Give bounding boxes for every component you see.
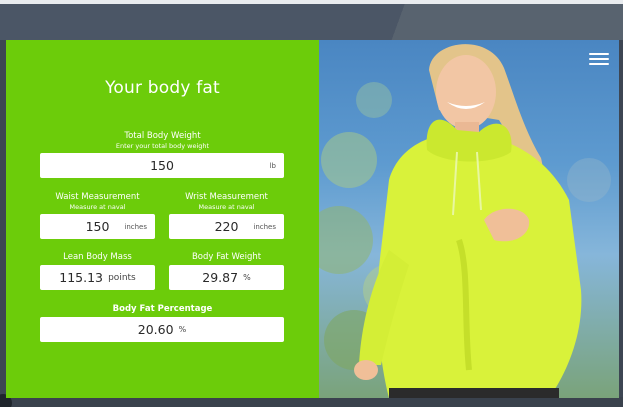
total-weight-value: 150	[150, 158, 174, 173]
calculator-panel: Your body fat Total Body Weight Enter yo…	[6, 40, 319, 398]
wrist-value: 220	[214, 219, 239, 234]
fat-percentage-value: 20.60	[137, 322, 174, 337]
total-weight-input[interactable]: 150 lb	[40, 153, 284, 178]
waist-value: 150	[85, 219, 110, 234]
total-weight-unit: lb	[269, 162, 276, 170]
fat-weight-unit: %	[243, 273, 251, 282]
lean-mass-value: 115.13	[59, 270, 103, 285]
hamburger-menu-icon[interactable]	[589, 53, 609, 67]
waist-label: Waist Measurement	[55, 192, 140, 202]
waist-hint: Measure at naval	[69, 203, 126, 211]
fat-percentage-unit: %	[178, 325, 187, 334]
runner-illustration	[319, 44, 611, 398]
wrist-hint: Measure at naval	[198, 203, 255, 211]
lean-mass-label: Lean Body Mass	[63, 252, 132, 262]
waist-input[interactable]: 150 inches	[40, 214, 155, 239]
fat-percentage-output: 20.60 %	[40, 317, 284, 342]
total-weight-label: Total Body Weight	[124, 131, 201, 141]
page-title: Your body fat	[105, 78, 220, 98]
app-screen: Your body fat Total Body Weight Enter yo…	[6, 40, 619, 398]
lean-mass-unit: points	[108, 272, 136, 283]
total-weight-hint: Enter your total body weight	[115, 142, 210, 150]
fat-weight-output: 29.87 %	[169, 265, 284, 290]
wrist-input[interactable]: 220 inches	[169, 214, 284, 239]
runner-photo	[319, 40, 619, 398]
device-frame-right	[619, 40, 623, 400]
fat-weight-value: 29.87	[202, 270, 239, 285]
wrist-unit: inches	[253, 223, 276, 231]
fat-weight-label: Body Fat Weight	[191, 252, 262, 262]
device-frame-bottom	[0, 397, 623, 407]
lean-mass-output: 115.13 points	[40, 265, 155, 290]
fat-percentage-label: Body Fat Percentage	[112, 304, 213, 314]
device-frame-top	[0, 0, 623, 44]
waist-unit: inches	[124, 223, 147, 231]
wrist-label: Wrist Measurement	[185, 192, 268, 202]
